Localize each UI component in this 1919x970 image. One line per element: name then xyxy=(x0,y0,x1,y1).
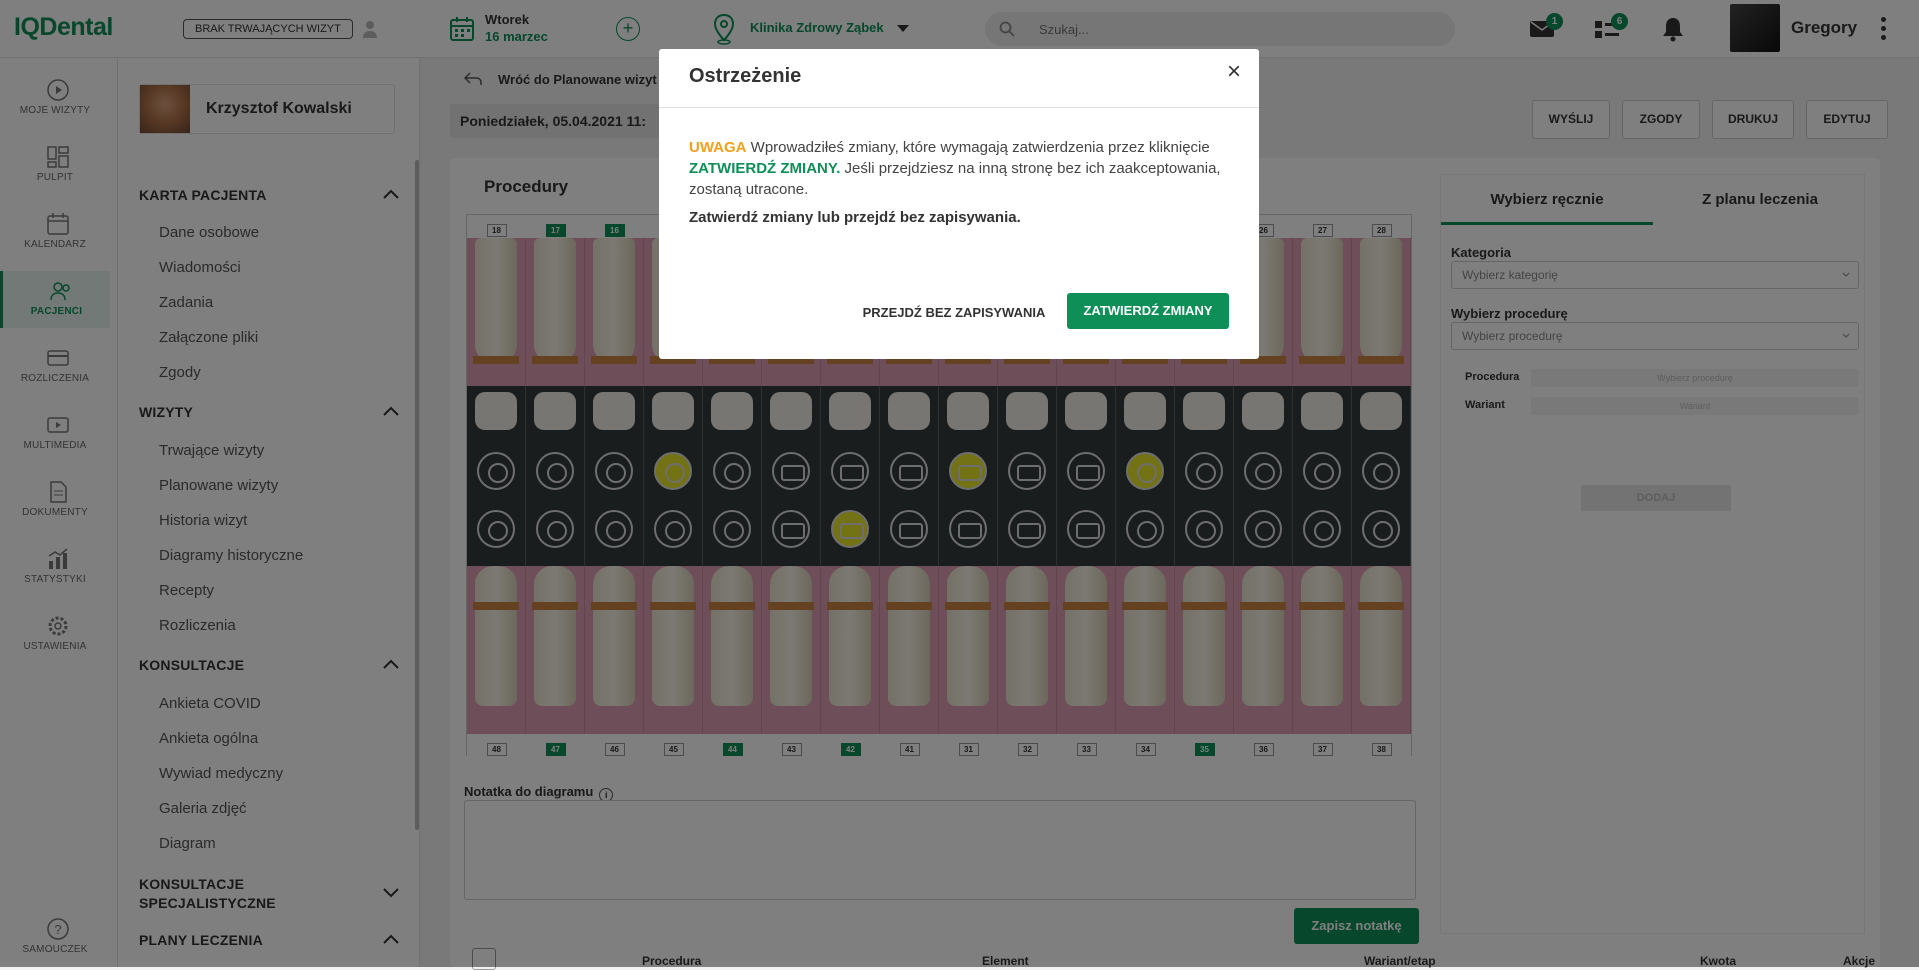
warning-dialog: Ostrzeżenie × UWAGA Wprowadziłeś zmiany,… xyxy=(659,49,1259,359)
warning-word: UWAGA xyxy=(689,139,747,156)
skip-without-saving-button[interactable]: PRZEJDŹ BEZ ZAPISYWANIA xyxy=(859,295,1049,331)
confirm-changes-button[interactable]: ZATWIERDŹ ZMIANY xyxy=(1067,293,1229,329)
dialog-title: Ostrzeżenie xyxy=(689,65,802,87)
confirm-inline-text: ZATWIERDŹ ZMIANY. xyxy=(689,160,841,177)
close-icon[interactable]: × xyxy=(1223,60,1245,84)
dialog-instruction: Zatwierdź zmiany lub przejdź bez zapisyw… xyxy=(689,209,1021,226)
dialog-header: Ostrzeżenie × xyxy=(659,49,1259,108)
dialog-message: UWAGA Wprowadziłeś zmiany, które wymagaj… xyxy=(689,139,1221,198)
